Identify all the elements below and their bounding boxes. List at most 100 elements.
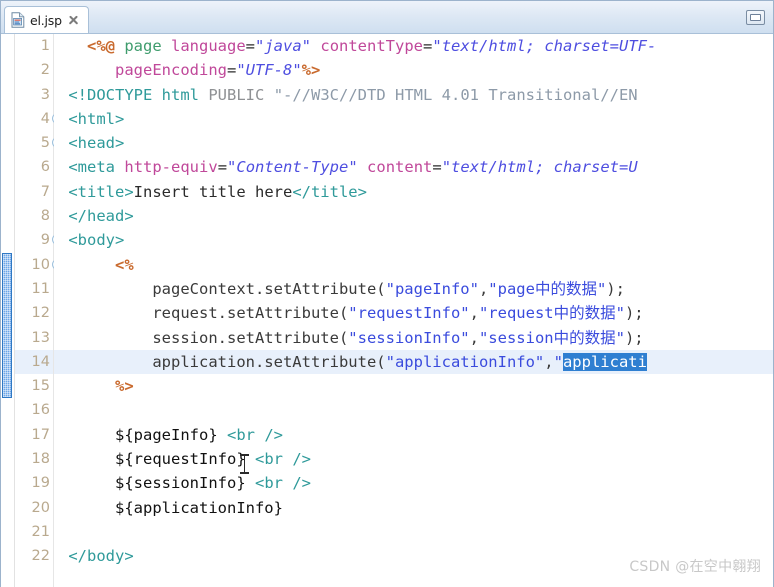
code-token: "request中的数据" (478, 304, 625, 323)
code-line[interactable]: ${applicationInfo} (54, 496, 773, 520)
code-token: , (469, 328, 479, 347)
code-token: <html> (68, 109, 125, 128)
editor-tab-bar: el.jsp (1, 1, 773, 34)
code-token: = (226, 61, 237, 80)
code-line[interactable]: </head> (54, 204, 773, 228)
line-number: 13 (31, 329, 50, 346)
code-line[interactable]: <head> (54, 131, 773, 155)
code-line[interactable]: application.setAttribute("applicationInf… (54, 349, 773, 375)
editor-tab-el-jsp[interactable]: el.jsp (4, 6, 89, 33)
code-token: </head> (68, 207, 134, 226)
code-token: = (423, 37, 433, 55)
line-number: 17 (31, 426, 50, 443)
code-token: %> (115, 377, 134, 396)
code-line[interactable]: session.setAttribute("sessionInfo","sess… (54, 326, 773, 350)
code-token: application.setAttribute( (152, 352, 386, 371)
code-line[interactable]: <!DOCTYPE html PUBLIC "-//W3C//DTD HTML … (54, 83, 773, 107)
code-line[interactable] (54, 398, 773, 422)
code-token: "sessionInfo" (348, 328, 470, 347)
code-token: <br /> (255, 450, 311, 469)
code-token: <% (115, 255, 134, 274)
code-line[interactable]: ${pageInfo} <br /> (54, 423, 773, 447)
code-token: ); (606, 279, 625, 298)
code-line[interactable]: pageEncoding="UTF-8"%> (54, 58, 773, 82)
line-number: 16 (31, 402, 50, 419)
code-line[interactable]: <html> (54, 107, 773, 131)
line-number: 20 (31, 499, 50, 516)
line-number: 3 (40, 86, 50, 103)
code-line[interactable]: <title>Insert title here</title> (54, 180, 773, 204)
line-number: 19 (31, 475, 50, 492)
code-token: = (432, 158, 442, 177)
code-token: Insert title here (133, 182, 293, 201)
line-number: 22 (31, 548, 50, 565)
code-token: <br /> (255, 474, 311, 493)
code-token: PUBLIC (208, 85, 265, 104)
code-token: "java" (255, 37, 312, 55)
line-number: 1 (40, 38, 50, 54)
code-token: http-equiv (124, 158, 218, 177)
line-number: 5 (15, 131, 63, 155)
code-editor-area[interactable]: 1 2 3 4 5 6 7 8 9 10 11 12 13 14 15 16 17 18 19 20 21 22 <%@ … (1, 34, 773, 587)
code-token: pageEncoding (115, 61, 227, 80)
code-token: = (245, 37, 256, 55)
code-token: "applicationInfo" (385, 352, 545, 371)
code-token: ${pageInfo} (115, 425, 218, 444)
minimize-icon[interactable] (746, 10, 765, 25)
editor-tab-label: el.jsp (30, 12, 62, 28)
code-token: ); (624, 304, 644, 323)
line-number-gutter: 1 2 3 4 5 6 7 8 9 10 11 12 13 14 15 16 17 18 19 20 21 22 (15, 34, 63, 587)
code-line[interactable]: %> (54, 374, 773, 398)
code-token: </body> (68, 547, 134, 566)
code-token: "session中的数据" (478, 328, 625, 347)
line-number: 7 (40, 183, 50, 200)
code-token: <br /> (227, 425, 283, 444)
marker-bar[interactable] (1, 34, 15, 587)
code-line[interactable]: ${sessionInfo} <br /> (54, 471, 773, 495)
code-line[interactable]: <% (54, 253, 773, 277)
line-number: 12 (31, 305, 50, 322)
code-token: ${requestInfo} (115, 450, 246, 469)
code-line[interactable]: pageContext.setAttribute("pageInfo","pag… (54, 277, 773, 301)
code-token: language (171, 37, 246, 55)
code-token: "Content-Type" (227, 158, 358, 177)
code-line[interactable]: request.setAttribute("requestInfo","requ… (54, 301, 773, 325)
line-number: 15 (31, 378, 50, 395)
selected-text: applicati (562, 352, 647, 371)
code-line[interactable]: <meta http-equiv="Content-Type" content=… (54, 155, 773, 179)
code-token: contentType (320, 37, 424, 55)
code-token: <%@ (87, 37, 115, 55)
code-token: <body> (68, 231, 125, 250)
code-line[interactable]: ${requestInfo} <br /> (54, 447, 773, 471)
code-token: "UTF-8" (236, 61, 302, 80)
code-token: request.setAttribute( (152, 304, 349, 323)
code-line[interactable]: <%@ page language="java" contentType="te… (54, 34, 773, 58)
code-token: page (124, 37, 162, 55)
code-token: session.setAttribute( (152, 328, 349, 347)
code-line[interactable]: <body> (54, 228, 773, 252)
code-token: " (553, 352, 563, 371)
code-token: <!DOCTYPE html (68, 85, 199, 104)
code-line[interactable] (54, 520, 773, 544)
code-lines[interactable]: <%@ page language="java" contentType="te… (54, 34, 773, 587)
line-number: 4 (15, 107, 63, 131)
close-icon[interactable] (67, 14, 80, 27)
code-token: "requestInfo" (348, 304, 470, 323)
